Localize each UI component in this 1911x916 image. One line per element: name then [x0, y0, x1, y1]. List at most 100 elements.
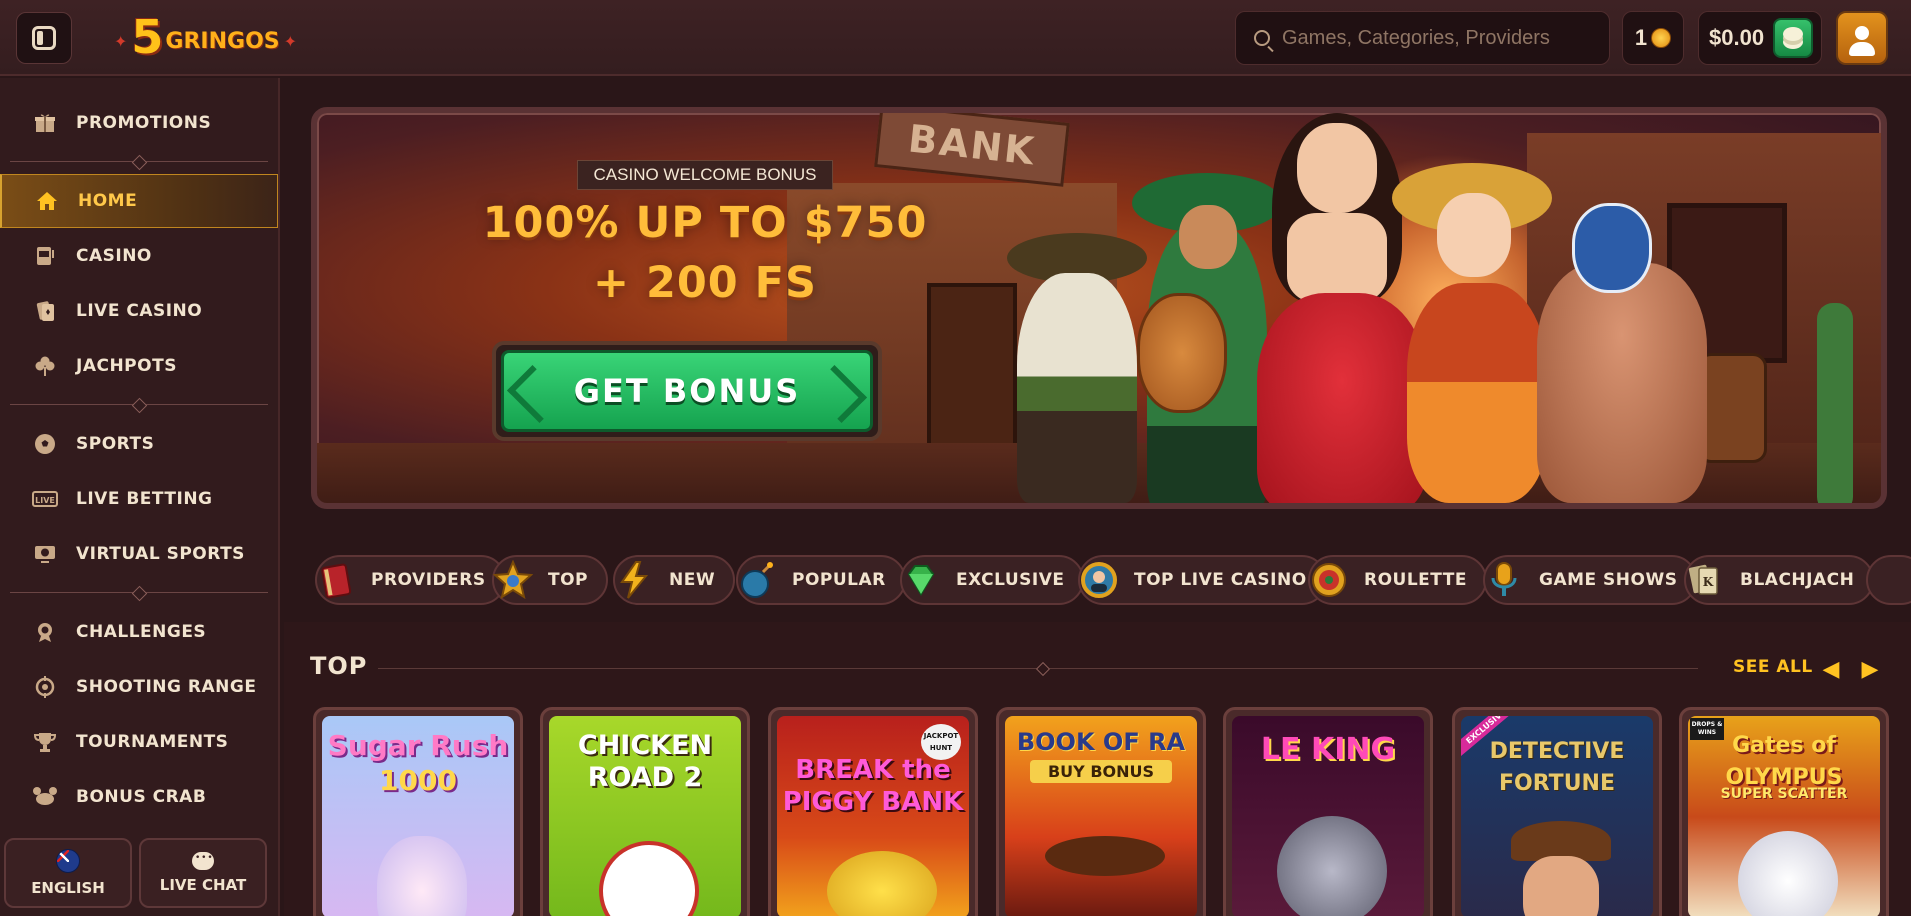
section-divider	[378, 668, 1698, 669]
microphone-icon	[1481, 557, 1527, 603]
sidebar-item-label: CASINO	[76, 246, 152, 266]
dealer-chip-icon	[1076, 557, 1122, 603]
character-sombrero-man	[1017, 273, 1137, 503]
game-card-sugar-rush[interactable]: Sugar Rush 1000	[313, 707, 523, 916]
sidebar-item-shooting-range[interactable]: SHOOTING RANGE	[0, 660, 278, 714]
category-label: BLACHJACH	[1740, 570, 1855, 590]
detective-hat-image	[1511, 821, 1611, 861]
logo-word: GRINGOS	[165, 28, 280, 54]
game-card-break-the-piggy-bank[interactable]: BREAK the PIGGY BANK JACKPOT HUNT	[768, 707, 978, 916]
sidebar-toggle-button[interactable]	[16, 12, 72, 64]
user-icon	[1855, 26, 1869, 40]
gift-icon	[32, 110, 58, 136]
category-blachjach[interactable]: K BLACHJACH	[1682, 555, 1875, 605]
sidebar-divider	[10, 399, 268, 411]
category-top-live-casino[interactable]: TOP LIVE CASINO	[1078, 555, 1327, 605]
category-roulette[interactable]: ROULETTE	[1308, 555, 1487, 605]
sidebar-item-sports[interactable]: SPORTS	[0, 417, 278, 471]
sidebar-item-challenges[interactable]: CHALLENGES	[0, 605, 278, 659]
clover-icon	[32, 353, 58, 379]
game-card-le-king[interactable]: LE KING	[1223, 707, 1433, 916]
scroll-left-arrow-icon[interactable]: ◀	[1816, 654, 1846, 684]
get-bonus-button[interactable]: GET BONUS	[492, 341, 882, 441]
language-button[interactable]: ENGLISH	[4, 838, 132, 908]
site-logo[interactable]: ✦ 5 GRINGOS ✦	[110, 12, 301, 62]
game-title: LE KING	[1260, 732, 1396, 767]
raccoon-image	[1277, 816, 1387, 916]
star-badge-icon	[490, 557, 536, 603]
promo-headline-line2: + 200 FS	[592, 258, 818, 308]
coins-counter[interactable]: 1	[1622, 11, 1684, 65]
sidebar-item-promotions[interactable]: PROMOTIONS	[0, 96, 278, 150]
see-all-link[interactable]: SEE ALL	[1733, 657, 1813, 677]
search-input[interactable]	[1282, 26, 1602, 50]
logo-ornament-left: ✦	[114, 31, 128, 51]
australia-flag-icon	[56, 849, 80, 873]
live-tag-icon: LIVE	[32, 486, 58, 512]
game-card-detective-fortune[interactable]: EXCLUSIVE DETECTIVE FORTUNE	[1452, 707, 1662, 916]
sidebar: PROMOTIONS HOME CASINO LIVE CASINO JACHP…	[0, 78, 280, 916]
cactus-image	[1817, 303, 1853, 503]
crab-icon	[32, 784, 58, 810]
sidebar-item-label: BONUS CRAB	[76, 787, 207, 807]
category-exclusive[interactable]: EXCLUSIVE	[900, 555, 1085, 605]
character-cowgirl	[1407, 283, 1547, 503]
sidebar-item-home[interactable]: HOME	[0, 174, 278, 228]
sidebar-item-label: SHOOTING RANGE	[76, 677, 257, 697]
category-new[interactable]: NEW	[613, 555, 736, 605]
sidebar-item-label: SPORTS	[76, 434, 155, 454]
game-card-gates-of-olympus[interactable]: DROPS & WINS Gates of OLYMPUS SUPER SCAT…	[1679, 707, 1889, 916]
category-label: TOP	[548, 570, 589, 590]
sidebar-item-label: LIVE BETTING	[76, 489, 213, 509]
game-card-book-of-ra[interactable]: BOOK OF RA BUY BONUS	[996, 707, 1206, 916]
game-title: DETECTIVE FORTUNE	[1489, 739, 1625, 796]
zeus-image	[1738, 831, 1838, 916]
category-game-shows[interactable]: GAME SHOWS	[1481, 555, 1698, 605]
sidebar-icon	[32, 26, 56, 50]
candy-egg-image	[377, 836, 467, 916]
sidebar-item-virtual-sports[interactable]: VIRTUAL SPORTS	[0, 527, 278, 581]
svg-text:K: K	[1703, 575, 1714, 589]
category-bar: PROVIDERS TOP NEW POPULAR EXCLUSIVE TOP …	[311, 555, 1911, 605]
promo-text: CASINO WELCOME BONUS 100% UP TO $750 + 2…	[465, 160, 945, 310]
piggy-bank-image	[827, 851, 937, 916]
category-popular[interactable]: POPULAR	[736, 555, 906, 605]
sidebar-item-live-casino[interactable]: LIVE CASINO	[0, 284, 278, 338]
sidebar-item-jachpots[interactable]: JACHPOTS	[0, 339, 278, 393]
game-subtitle: 1000	[379, 764, 457, 797]
sidebar-item-casino[interactable]: CASINO	[0, 229, 278, 283]
sidebar-item-live-betting[interactable]: LIVE LIVE BETTING	[0, 472, 278, 526]
logo-number: 5	[131, 10, 164, 64]
game-title: CHICKEN ROAD 2	[577, 730, 713, 793]
wallet-icon[interactable]	[1773, 18, 1813, 58]
game-subtitle: BUY BONUS	[1030, 760, 1172, 783]
sidebar-divider	[10, 156, 268, 168]
category-top[interactable]: TOP	[490, 555, 609, 605]
scroll-right-arrow-icon[interactable]: ▶	[1855, 654, 1885, 684]
logo-ornament-right: ✦	[283, 31, 298, 51]
sidebar-item-tournaments[interactable]: TOURNAMENTS	[0, 715, 278, 769]
sidebar-item-label: VIRTUAL SPORTS	[76, 544, 245, 564]
playing-cards-icon: K	[1682, 557, 1728, 603]
live-chat-button[interactable]: LIVE CHAT	[139, 838, 267, 908]
category-next-partial[interactable]	[1866, 555, 1911, 605]
game-card-chicken-road-2[interactable]: CHICKEN ROAD 2	[540, 707, 750, 916]
sidebar-item-label: JACHPOTS	[76, 356, 177, 376]
sidebar-item-label: PROMOTIONS	[76, 113, 212, 133]
category-label: TOP LIVE CASINO	[1134, 570, 1307, 590]
category-providers[interactable]: PROVIDERS	[315, 555, 506, 605]
balance-button[interactable]: $0.00	[1698, 11, 1822, 65]
welcome-bonus-banner[interactable]: BANK CASINO WELCOME BONUS 100% UP TO $75…	[311, 107, 1887, 509]
search-box[interactable]	[1235, 11, 1610, 65]
crosshair-icon	[32, 674, 58, 700]
user-avatar-button[interactable]	[1836, 11, 1888, 65]
explorer-hat-image	[1045, 836, 1165, 876]
sidebar-item-label: CHALLENGES	[76, 622, 207, 642]
sidebar-item-bonus-crab[interactable]: BONUS CRAB	[0, 770, 278, 824]
sidebar-item-label: TOURNAMENTS	[76, 732, 229, 752]
game-title: Gates of OLYMPUS	[1725, 733, 1843, 790]
game-badge: JACKPOT HUNT	[921, 724, 961, 760]
roulette-icon	[1306, 557, 1352, 603]
search-icon	[1254, 30, 1270, 46]
character-woman-red-dress	[1257, 293, 1427, 503]
